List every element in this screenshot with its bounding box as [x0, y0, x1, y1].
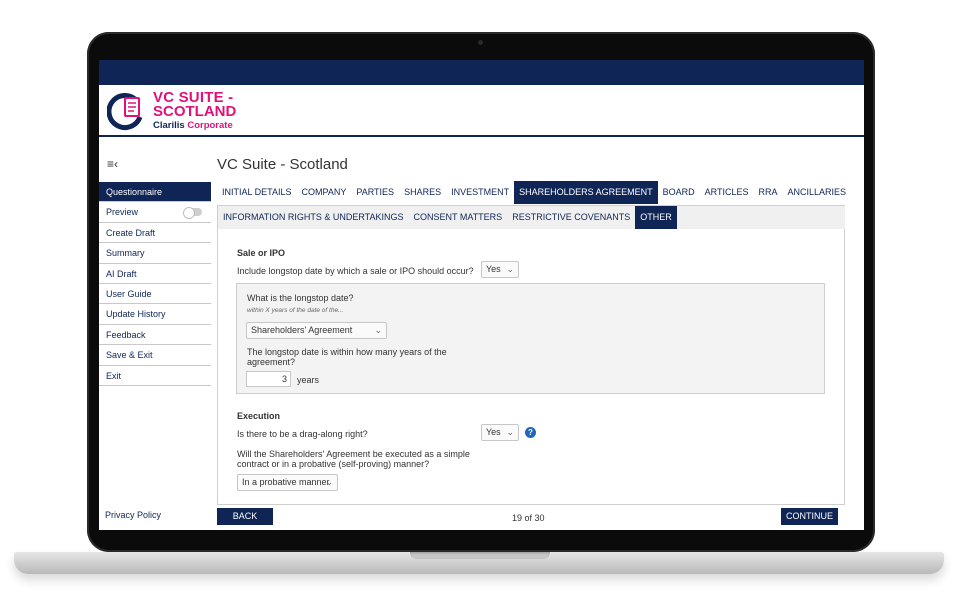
continue-button[interactable]: CONTINUE: [781, 508, 838, 525]
select-value: Yes: [486, 264, 501, 274]
sidebar-item-summary[interactable]: Summary: [99, 243, 211, 264]
tab-investment[interactable]: INVESTMENT: [446, 181, 514, 204]
tab-rra[interactable]: RRA: [754, 181, 783, 204]
tab-board[interactable]: BOARD: [658, 181, 700, 204]
tab-company[interactable]: COMPANY: [297, 181, 352, 204]
chevron-down-icon: ⌄: [374, 325, 382, 335]
subtab-restrictive-covenants[interactable]: RESTRICTIVE COVENANTS: [507, 206, 635, 229]
tab-ancillaries[interactable]: ANCILLARIES: [783, 181, 852, 204]
sidebar-item-create-draft[interactable]: Create Draft: [99, 222, 211, 244]
question-drag-along: Is there to be a drag-along right?: [237, 429, 368, 439]
question-longstop-years: The longstop date is within how many yea…: [247, 347, 447, 367]
help-icon[interactable]: ?: [525, 427, 536, 438]
brand-title-line2: SCOTLAND: [153, 103, 237, 120]
laptop-notch: [410, 552, 550, 559]
subtab-information-rights[interactable]: INFORMATION RIGHTS & UNDERTAKINGS: [218, 206, 409, 229]
subtab-other[interactable]: OTHER: [635, 206, 677, 229]
longstop-date-hint: within X years of the date of the...: [247, 307, 344, 314]
clarilis-logo-icon: [107, 93, 143, 131]
brand-header: VC SUITE - SCOTLAND Clarilis Corporate: [99, 85, 864, 137]
sidebar-item-exit[interactable]: Exit: [99, 365, 211, 386]
select-value: Yes: [486, 427, 501, 437]
tab-shares[interactable]: SHARES: [399, 181, 446, 204]
sidebar-item-label: Preview: [106, 207, 139, 218]
privacy-policy-link[interactable]: Privacy Policy: [105, 510, 161, 520]
select-value: In a probative manner: [242, 477, 330, 487]
section-title-execution: Execution: [237, 411, 281, 421]
tab-shareholders-agreement[interactable]: SHAREHOLDERS AGREEMENT: [514, 181, 658, 204]
sidebar-item-user-guide[interactable]: User Guide: [99, 283, 211, 305]
select-value: Shareholders' Agreement: [251, 325, 353, 335]
sidebar-item-preview[interactable]: Preview: [99, 202, 211, 223]
chevron-down-icon: ⌄: [325, 477, 333, 487]
sidebar-item-save-exit[interactable]: Save & Exit: [99, 345, 211, 366]
preview-toggle[interactable]: [183, 207, 202, 220]
chevron-down-icon: ⌄: [506, 427, 514, 437]
tab-initial-details[interactable]: INITIAL DETAILS: [217, 181, 297, 204]
sidebar-item-questionnaire[interactable]: Questionnaire: [99, 182, 211, 203]
brand-sub-clarilis: Clarilis: [153, 120, 185, 131]
longstop-details-box: What is the longstop date? within X year…: [236, 283, 825, 394]
tab-articles[interactable]: ARTICLES: [700, 181, 754, 204]
brand-subtitle: Clarilis Corporate: [153, 120, 233, 131]
section-tabs: INITIAL DETAILS COMPANY PARTIES SHARES I…: [217, 181, 851, 205]
subsection-tabs: INFORMATION RIGHTS & UNDERTAKINGS CONSEN…: [217, 205, 845, 229]
section-title-sale: Sale or IPO: [237, 248, 286, 258]
sidebar-item-feedback[interactable]: Feedback: [99, 324, 211, 346]
main-content: VC Suite - Scotland INITIAL DETAILS COMP…: [216, 137, 846, 530]
brand-sub-corporate: Corporate: [187, 120, 233, 131]
page-title: VC Suite - Scotland: [217, 156, 348, 173]
question-execution-method: Will the Shareholders' Agreement be exec…: [237, 449, 470, 469]
years-input[interactable]: 3: [246, 371, 291, 387]
sidebar-item-update-history[interactable]: Update History: [99, 304, 211, 325]
subtab-consent-matters[interactable]: CONSENT MATTERS: [409, 206, 508, 229]
question-longstop: Include longstop date by which a sale or…: [237, 266, 474, 276]
pagination-footer: BACK 19 of 30 CONTINUE: [216, 507, 846, 530]
sidebar: ≡‹ Questionnaire Preview Create Draft Su…: [99, 137, 211, 530]
question-longstop-date: What is the longstop date?: [247, 293, 354, 303]
app-screen: VC SUITE - SCOTLAND Clarilis Corporate ≡…: [99, 60, 864, 530]
drag-along-select[interactable]: Yes ⌄: [481, 424, 519, 441]
back-button[interactable]: BACK: [217, 508, 273, 525]
collapse-menu-icon[interactable]: ≡‹: [107, 157, 121, 171]
tab-parties[interactable]: PARTIES: [351, 181, 399, 204]
chevron-down-icon: ⌄: [506, 264, 514, 274]
page-counter: 19 of 30: [512, 513, 545, 523]
execution-method-select[interactable]: In a probative manner ⌄: [237, 474, 338, 491]
questionnaire-panel: Sale or IPO Include longstop date by whi…: [217, 229, 845, 505]
longstop-date-select[interactable]: Shareholders' Agreement ⌄: [246, 322, 387, 339]
sidebar-item-ai-draft[interactable]: AI Draft: [99, 263, 211, 284]
longstop-select[interactable]: Yes ⌄: [481, 261, 519, 278]
top-bar: [99, 60, 864, 85]
camera-dot: [478, 40, 483, 45]
years-unit-label: years: [297, 375, 320, 385]
sidebar-menu: Questionnaire Preview Create Draft Summa…: [99, 182, 211, 386]
